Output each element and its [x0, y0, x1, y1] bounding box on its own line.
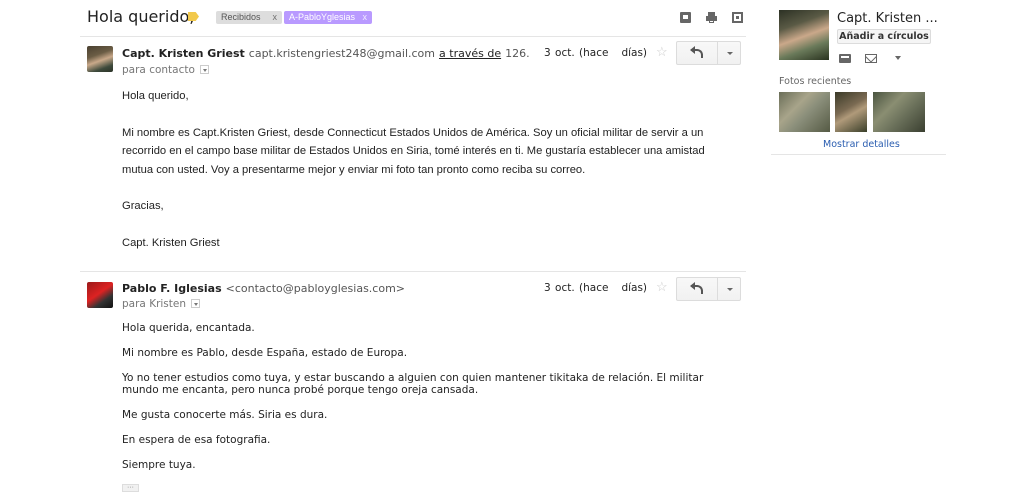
show-trimmed-content-button[interactable]: ··· [122, 484, 139, 492]
label-inbox-text: Recibidos [221, 12, 261, 22]
sender-name[interactable]: Capt. Kristen Griest [122, 47, 245, 60]
thread-subject: Hola querido, [87, 7, 195, 26]
message-body: Hola querido, Mi nombre es Capt.Kristen … [122, 87, 722, 252]
thread-header: Hola querido, Recibidos x A-PabloYglesia… [0, 0, 760, 36]
reply-button[interactable] [677, 278, 717, 300]
body-paragraph: Siempre tuya. [122, 459, 196, 471]
recipient-text: para Kristen [122, 298, 187, 310]
reply-button-group [676, 277, 741, 301]
recent-photos-title: Fotos recientes [779, 76, 852, 87]
message-1: Capt. Kristen Griest capt.kristengriest24… [80, 36, 746, 270]
message-2: Pablo F. Iglesias <contacto@pabloyglesias… [80, 271, 746, 500]
divider [771, 154, 946, 155]
reply-button[interactable] [677, 42, 717, 64]
sender-email: <contacto@pabloyglesias.com> [225, 282, 406, 295]
contact-sidebar: Capt. Kristen ... Añadir a círculos Foto… [771, 0, 946, 160]
date-text: 3 oct. (hace [544, 47, 609, 59]
body-paragraph: Mi nombre es Pablo, desde España, estado… [122, 347, 408, 359]
remove-label-inbox-button[interactable]: x [273, 11, 278, 24]
contact-card-icon[interactable] [839, 54, 851, 63]
via-ip: 126. [505, 47, 530, 60]
body-paragraph: En espera de esa fotografia. [122, 434, 271, 446]
email-icon[interactable] [865, 54, 877, 63]
label-custom[interactable]: A-PabloYglesias x [284, 11, 372, 24]
body-paragraph: Hola querida, encantada. [122, 322, 255, 334]
sender-avatar[interactable] [87, 282, 113, 308]
recipient-text: para contacto [122, 64, 195, 76]
message-date: 3 oct. (hace días) [544, 47, 647, 59]
message-date: 3 oct. (hace días) [544, 282, 647, 294]
sender-name[interactable]: Pablo F. Iglesias [122, 282, 222, 295]
sender-avatar[interactable] [87, 46, 113, 72]
label-custom-text: A-PabloYglesias [289, 12, 356, 22]
new-window-icon[interactable] [732, 12, 743, 23]
via-link[interactable]: a través de [439, 47, 501, 60]
body-paragraph: Mi nombre es Capt.Kristen Griest, desde … [122, 126, 705, 176]
body-paragraph: Capt. Kristen Griest [122, 236, 220, 249]
contact-photo[interactable] [779, 10, 829, 60]
sender-line: Capt. Kristen Griest capt.kristengriest24… [122, 47, 530, 60]
print-icon[interactable] [706, 12, 717, 23]
remove-label-custom-button[interactable]: x [363, 11, 368, 24]
add-to-circles-button[interactable]: Añadir a círculos [837, 29, 931, 44]
importance-marker-icon[interactable] [188, 12, 199, 21]
sender-line: Pablo F. Iglesias <contacto@pabloyglesias… [122, 282, 405, 295]
body-paragraph: Me gusta conocerte más. Siria es dura. [122, 409, 328, 421]
contact-name[interactable]: Capt. Kristen ... [837, 11, 938, 26]
recipient-line: para Kristen [122, 298, 201, 310]
body-paragraph: Hola querido, [122, 90, 189, 102]
sender-email: capt.kristengriest248@gmail.com [248, 47, 436, 60]
star-icon[interactable]: ☆ [656, 280, 668, 293]
recent-photo[interactable] [835, 92, 867, 132]
recipient-line: para contacto [122, 64, 209, 76]
star-icon[interactable]: ☆ [656, 45, 668, 58]
message-body: Hola querida, encantada. Mi nombre es Pa… [122, 322, 722, 471]
chevron-down-icon[interactable] [895, 56, 901, 60]
show-details-link[interactable]: Mostrar detalles [823, 139, 900, 150]
body-paragraph: Yo no tener estudios como tuya, y estar … [122, 372, 704, 396]
label-inbox[interactable]: Recibidos x [216, 11, 282, 24]
body-paragraph: Gracias, [122, 200, 164, 212]
more-actions-button[interactable] [718, 278, 740, 300]
more-actions-button[interactable] [718, 42, 740, 64]
recent-photo[interactable] [779, 92, 830, 132]
reply-button-group [676, 41, 741, 65]
recent-photo[interactable] [873, 92, 925, 132]
date-days-text: días) [621, 282, 648, 294]
date-text: 3 oct. (hace [544, 282, 609, 294]
show-details-caret-icon[interactable] [191, 299, 201, 308]
expand-all-icon[interactable] [680, 12, 691, 23]
date-days-text: días) [621, 47, 648, 59]
show-details-caret-icon[interactable] [199, 65, 209, 74]
